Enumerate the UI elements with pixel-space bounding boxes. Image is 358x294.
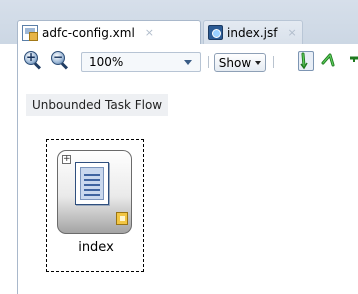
zoom-handle xyxy=(33,62,42,70)
page-line xyxy=(84,189,100,191)
tab-adfc-config[interactable]: adfc-config.xml × xyxy=(17,20,201,44)
zoom-in-button[interactable]: + xyxy=(24,50,42,70)
tab-label: adfc-config.xml xyxy=(42,25,135,40)
view-activity[interactable]: + xyxy=(57,150,132,234)
close-icon[interactable]: × xyxy=(145,26,154,39)
adf-diagram-editor: adfc-config.xml × index.jsf × + − 100% S… xyxy=(0,0,358,294)
control-flow-case-button[interactable] xyxy=(298,51,314,71)
page-line xyxy=(84,174,100,176)
diagram-toolbar: + − 100% Show xyxy=(17,44,358,84)
toolbar-separator xyxy=(208,56,209,68)
zoom-handle xyxy=(60,62,69,70)
zoom-out-button[interactable]: − xyxy=(51,50,69,70)
close-icon[interactable]: × xyxy=(287,26,296,39)
diagram-canvas[interactable]: Unbounded Task Flow + index xyxy=(17,84,358,294)
jsf-file-icon xyxy=(208,25,223,40)
page-content-panel xyxy=(80,167,104,200)
activity-selection[interactable]: + index xyxy=(46,139,144,272)
tab-label: index.jsf xyxy=(227,25,278,40)
show-menu-button[interactable]: Show xyxy=(214,53,266,72)
toolbar-separator xyxy=(273,56,274,68)
wildcard-control-flow-icon xyxy=(321,53,335,67)
palette-overflow-glyph xyxy=(350,56,358,62)
xml-file-icon xyxy=(22,24,38,41)
editor-tab-strip: adfc-config.xml × index.jsf × xyxy=(0,0,358,44)
show-label: Show xyxy=(218,55,252,70)
task-flow-label: Unbounded Task Flow xyxy=(26,94,169,116)
page-line xyxy=(84,194,100,196)
activity-name[interactable]: index xyxy=(47,240,145,255)
default-activity-icon xyxy=(116,212,128,225)
page-line xyxy=(84,184,100,186)
page-line xyxy=(84,179,100,181)
control-flow-case-icon xyxy=(300,52,308,70)
chevron-down-icon xyxy=(255,60,262,65)
zoom-level-value: 100% xyxy=(89,55,124,69)
zoom-level-select[interactable]: 100% xyxy=(81,52,201,72)
expand-toggle-icon[interactable]: + xyxy=(62,155,71,164)
chevron-down-icon xyxy=(184,59,192,65)
palette-overflow-icon[interactable] xyxy=(348,51,358,71)
wildcard-control-flow-button[interactable] xyxy=(320,51,336,71)
view-page-icon xyxy=(75,162,109,205)
tab-index-jsf[interactable]: index.jsf × xyxy=(203,20,303,44)
